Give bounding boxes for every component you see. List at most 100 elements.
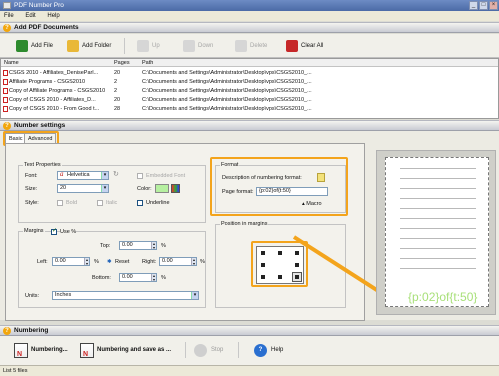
column-name[interactable]: Name [4,59,19,67]
preview-text-line [400,188,476,189]
numbering-label: Numbering... [31,347,68,353]
file-pages: 20 [114,97,121,103]
preview-text-line [400,238,476,239]
toolbar-separator [124,38,125,54]
units-select[interactable]: Inches ▾ [52,291,199,300]
help-button[interactable]: ? Help [254,343,283,358]
delete-icon [235,40,247,52]
use-percent-label: Use % [60,228,77,236]
size-combo[interactable]: 20 ▾ [57,184,109,193]
menu-bar: File Edit Help [0,11,499,21]
spinner-icon[interactable]: ▴ ▾ [84,258,89,265]
file-name: Copy of Affiliate Programs - CSGS2010 [9,88,106,94]
pdf-file-icon [3,69,8,76]
margins-label: Margins [23,228,45,235]
window-title-bar: PDF Number Pro _ □ × [0,0,499,11]
column-path[interactable]: Path [142,59,153,67]
right-margin-field[interactable]: 0.00 ▴ ▾ [159,257,197,266]
size-label: Size: [25,186,38,192]
underline-checkbox[interactable] [137,200,143,206]
file-path: C:\Documents and Settings\Administrator\… [142,70,312,76]
preview-text-line [400,248,476,249]
help-label: Help [271,347,284,353]
page-preview: {p:02}of{t:50} [376,150,496,315]
window-title: PDF Number Pro [14,2,64,9]
left-margin-field[interactable]: 0.00 ▴ ▾ [52,257,90,266]
file-path: C:\Documents and Settings\Administrator\… [142,88,312,94]
units-label: Units: [25,293,40,299]
use-percent-checkbox[interactable]: ✓ [51,228,57,235]
units-value: Inches [55,292,72,298]
numbering-title: Numbering [14,327,49,334]
numbering-save-as-button[interactable]: N Numbering and save as ... [80,343,171,358]
down-button[interactable]: Down [183,39,213,53]
numbering-button[interactable]: N Numbering... [14,343,68,358]
close-button[interactable]: × [489,1,498,10]
maximize-button[interactable]: □ [479,1,488,10]
bold-checkbox[interactable] [57,200,63,206]
reset-icon: ✱ [107,259,112,265]
delete-button[interactable]: Delete [235,39,267,53]
up-button[interactable]: Up [137,39,160,53]
preview-text-line [400,268,476,269]
menu-file[interactable]: File [4,13,14,19]
preview-text-line [400,208,476,209]
add-file-button[interactable]: Add File [16,39,53,53]
font-select[interactable]: a Helvetica ▾ [57,171,109,180]
bottom-percent: % [161,275,166,281]
italic-checkbox[interactable] [97,200,103,206]
add-folder-icon [67,40,79,52]
preview-text-line [400,258,476,259]
file-pages: 2 [114,79,118,85]
file-row[interactable]: Copy of CSGS 2010 - Affiliates_D... 20 C… [1,96,498,104]
stop-button[interactable]: Stop [194,343,223,358]
font-glyph-icon: a [60,171,64,178]
delete-label: Delete [250,43,268,49]
file-list[interactable]: Name Pages Path CSGS 2010 - Affiliates_D… [0,58,499,119]
embedded-font-checkbox[interactable] [137,173,143,179]
add-file-label: Add File [31,43,54,49]
color-picker-icon[interactable] [171,184,180,193]
top-margin-field[interactable]: 0.00 ▴ ▾ [119,241,157,250]
up-arrow-icon [137,40,149,52]
menu-edit[interactable]: Edit [25,13,35,19]
bold-label: Bold [66,200,78,206]
help-bubble-icon: ? [3,24,11,32]
add-folder-button[interactable]: Add Folder [67,39,111,53]
file-row[interactable]: CSGS 2010 - Affiliates_DeniseParl... 20 … [1,69,498,77]
number-settings-title: Number settings [14,122,66,129]
chevron-down-icon: ▾ [101,172,108,179]
stop-label: Stop [211,347,224,353]
help-bubble-icon: ? [3,327,11,335]
refresh-icon[interactable]: ↻ [113,171,119,179]
bottom-margin-field[interactable]: 0.00 ▴ ▾ [119,273,157,282]
stop-icon [194,344,207,357]
clear-all-button[interactable]: Clear All [286,39,323,53]
spinner-icon[interactable]: ▴ ▾ [151,242,156,249]
help-bubble-icon: ? [3,122,11,130]
add-documents-title: Add PDF Documents [14,24,79,31]
clear-all-label: Clear All [301,43,324,49]
status-bar: List 5 files [0,365,499,376]
file-name: CSGS 2010 - Affiliates_DeniseParl... [9,70,99,76]
preview-page: {p:02}of{t:50} [385,157,489,307]
reset-button[interactable]: Reset [115,258,129,266]
menu-help[interactable]: Help [47,13,59,19]
preview-text-line [400,228,476,229]
color-label: Color: [137,186,152,192]
spinner-icon[interactable]: ▴ ▾ [191,258,196,265]
minimize-button[interactable]: _ [469,1,478,10]
file-row[interactable]: Copy of Affiliate Programs - CSGS2010 2 … [1,87,498,95]
color-swatch[interactable] [155,184,169,193]
column-pages[interactable]: Pages [114,59,130,67]
file-row[interactable]: Copy of CSGS 2010 - From Good t... 28 C:… [1,105,498,113]
preview-page-number: {p:02}of{t:50} [408,290,478,304]
spinner-icon[interactable]: ▴ ▾ [151,274,156,281]
left-margin-label: Left: [37,259,48,265]
file-row[interactable]: Affiliate Programs - CSGS2010 2 C:\Docum… [1,78,498,86]
pdf-file-icon [3,78,8,85]
bottom-margin-value: 0.00 [122,274,133,280]
text-properties-label: Text Properties [23,162,62,169]
font-label: Font: [25,173,38,179]
preview-text-line [400,198,476,199]
